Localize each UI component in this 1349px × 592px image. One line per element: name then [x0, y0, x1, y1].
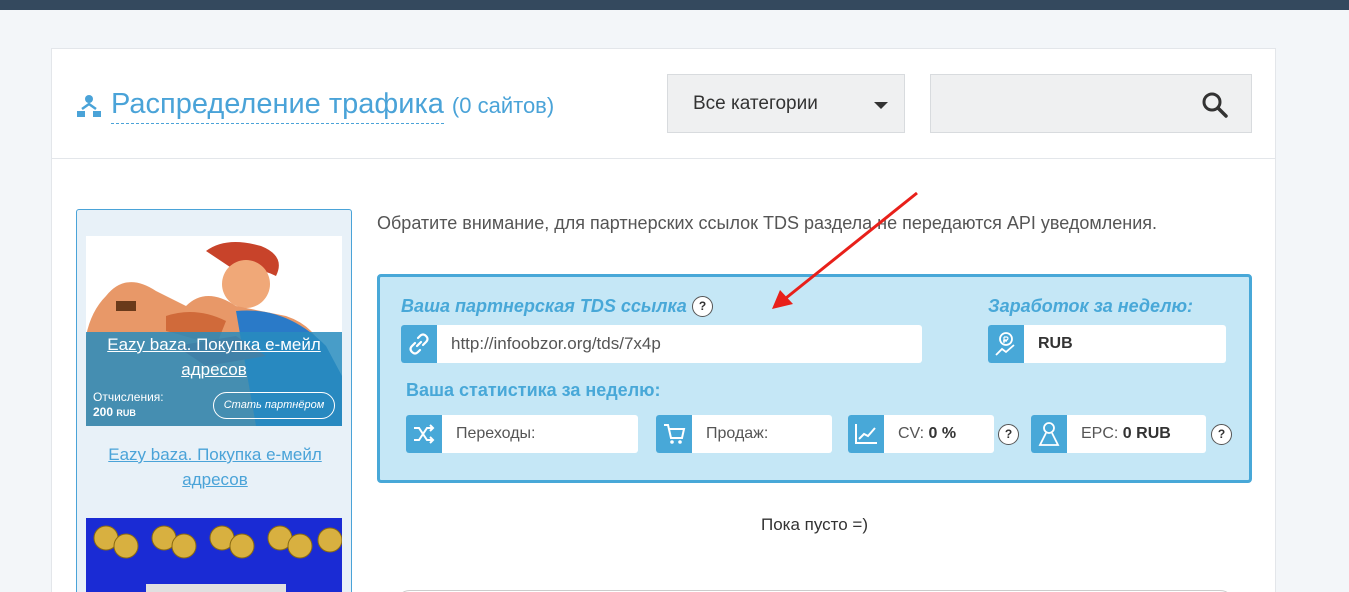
stat-cv: CV: 0 % — [848, 415, 994, 453]
stat-sales: Продаж: — [656, 415, 832, 453]
earnings-icon — [988, 325, 1024, 363]
link-icon — [401, 325, 437, 363]
earnings-label: Заработок за неделю: — [988, 296, 1194, 316]
offer-image-2 — [86, 518, 342, 592]
tds-link-label: Ваша партнерская TDS ссылка — [401, 296, 687, 316]
cv-label: CV: — [898, 425, 925, 442]
search-icon[interactable] — [1201, 91, 1229, 119]
offer-card[interactable]: Eazy baza. Покупка е-мейл адресов Отчисл… — [86, 236, 342, 426]
tds-link-field[interactable]: http://infoobzor.org/tds/7x4p — [401, 325, 922, 363]
offer-link[interactable]: Eazy baza. Покупка е-мейл адресов — [77, 442, 353, 492]
card-header: Распределение трафика (0 сайтов) Все кат… — [52, 49, 1275, 159]
epc-label: EPC: — [1081, 425, 1119, 442]
epc-help-icon[interactable]: ? — [1211, 424, 1232, 445]
api-notice: Обратите внимание, для партнерских ссыло… — [377, 213, 1158, 233]
site-count: (0 сайтов) — [451, 92, 555, 118]
tds-link-value: http://infoobzor.org/tds/7x4p — [451, 334, 661, 353]
category-select-value: Все категории — [693, 92, 818, 114]
cv-stat-text: CV: 0 % — [898, 425, 956, 443]
payout-amount: 200 — [93, 405, 114, 419]
shuffle-icon — [406, 415, 442, 453]
chart-icon — [848, 415, 884, 453]
cart-icon — [656, 415, 692, 453]
sales-label: Продаж: — [706, 425, 769, 442]
caret-down-icon — [874, 102, 888, 109]
user-icon — [1031, 415, 1067, 453]
offer-overlay: Eazy baza. Покупка е-мейл адресов Отчисл… — [86, 332, 342, 426]
become-partner-button[interactable]: Стать партнёром — [213, 392, 335, 419]
top-navbar — [0, 0, 1349, 10]
cv-help-icon[interactable]: ? — [998, 424, 1019, 445]
offer-title[interactable]: Eazy baza. Покупка е-мейл адресов — [86, 332, 342, 382]
epc-stat-text: EPC: 0 RUB — [1081, 425, 1171, 443]
earnings-field: RUB — [988, 325, 1226, 363]
earnings-value: RUB — [1038, 335, 1073, 352]
help-icon[interactable]: ? — [692, 296, 713, 317]
empty-state-text: Пока пусто =) — [760, 515, 869, 534]
stat-epc: EPC: 0 RUB — [1031, 415, 1206, 453]
category-select[interactable]: Все категории — [667, 74, 905, 133]
cv-value: 0 % — [928, 425, 957, 442]
tds-panel: Ваша партнерская TDS ссылка ? http://inf… — [377, 274, 1252, 483]
page-title[interactable]: Распределение трафика — [111, 87, 444, 124]
offer-card-2[interactable] — [86, 518, 342, 592]
offers-sidebar: Eazy baza. Покупка е-мейл адресов Отчисл… — [76, 209, 352, 592]
clicks-label: Переходы: — [456, 425, 536, 442]
payout-currency: RUB — [116, 408, 136, 418]
search-input[interactable] — [931, 75, 1181, 132]
payout-label: Отчисления: — [93, 390, 164, 404]
epc-value: 0 RUB — [1122, 425, 1171, 442]
traffic-card: Распределение трафика (0 сайтов) Все кат… — [51, 48, 1276, 592]
stats-label: Ваша статистика за неделю: — [406, 380, 661, 400]
search-box — [930, 74, 1252, 133]
payout-value: 200 RUB — [93, 405, 136, 419]
stat-clicks: Переходы: — [406, 415, 638, 453]
network-icon — [77, 94, 101, 117]
page-title-group: Распределение трафика (0 сайтов) — [76, 87, 554, 124]
